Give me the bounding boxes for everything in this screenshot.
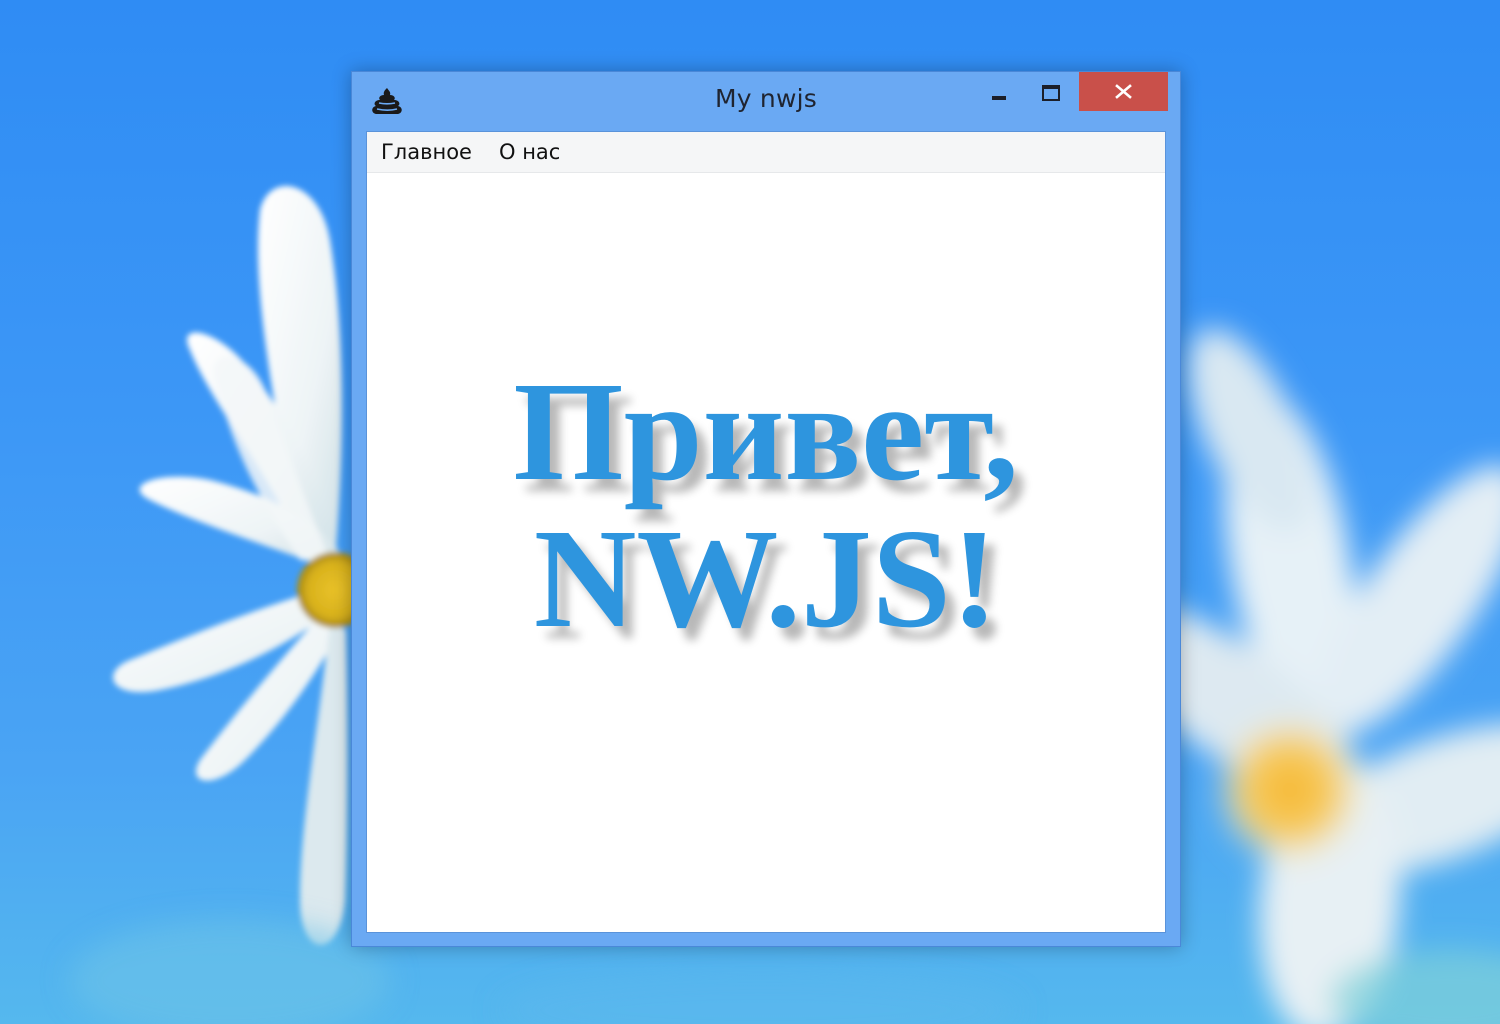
title-bar[interactable]: My nwjs: [352, 72, 1180, 132]
greeting-line-1: Привет,: [513, 352, 1019, 510]
menu-item-about[interactable]: О нас: [499, 140, 560, 164]
close-button[interactable]: [1079, 72, 1168, 111]
close-icon: [1115, 84, 1132, 99]
menu-item-main[interactable]: Главное: [381, 140, 472, 164]
greeting-heading: Привет, NW.JS!: [367, 358, 1165, 652]
maximize-button[interactable]: [1032, 72, 1072, 112]
minimize-button[interactable]: [982, 72, 1016, 112]
menu-bar: Главное О нас: [367, 132, 1165, 173]
app-window: My nwjs Главное О нас Привет, NW.JS!: [351, 71, 1181, 947]
maximize-icon: [1042, 85, 1060, 101]
client-area: Главное О нас Привет, NW.JS!: [366, 131, 1166, 933]
left-daisy: [113, 186, 373, 945]
greeting-line-2: NW.JS!: [533, 499, 999, 657]
minimize-icon: [992, 96, 1006, 100]
